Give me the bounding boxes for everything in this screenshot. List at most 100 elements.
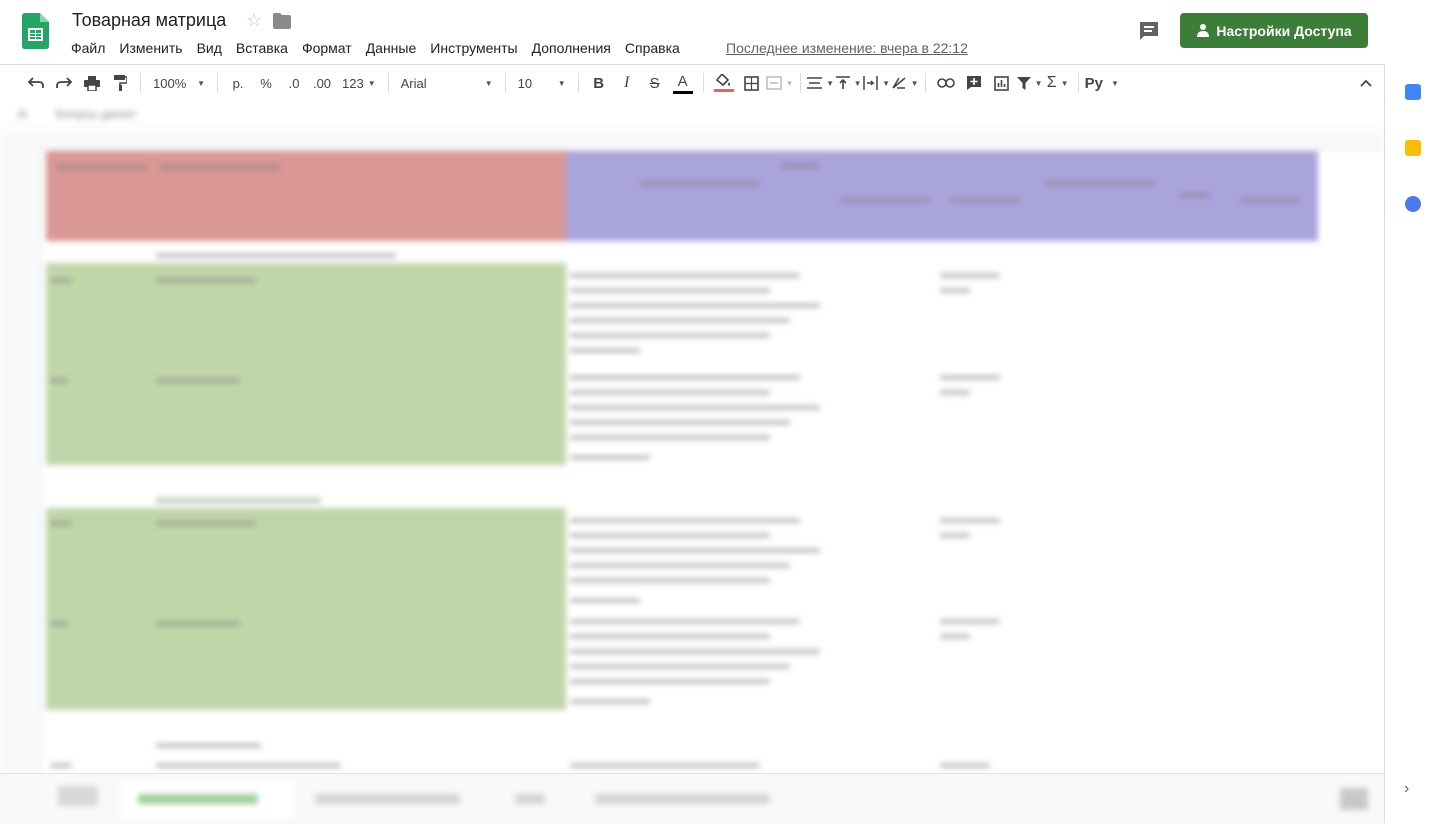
row-headers[interactable]	[0, 149, 41, 773]
font-family-select[interactable]: Arial ▼	[395, 69, 499, 97]
menu-edit[interactable]: Изменить	[112, 38, 189, 58]
zoom-select[interactable]: 100% ▼	[147, 69, 211, 97]
borders-icon[interactable]	[738, 69, 766, 97]
text-line	[56, 165, 146, 170]
merge-cells-icon[interactable]: ▼	[765, 69, 794, 97]
text-line	[570, 420, 790, 425]
folder-icon[interactable]	[272, 12, 292, 30]
filter-icon[interactable]: ▼	[1016, 69, 1044, 97]
currency-format-button[interactable]: р.	[224, 69, 252, 97]
menu-file[interactable]: Файл	[64, 38, 112, 58]
undo-icon[interactable]	[22, 69, 50, 97]
text-line	[570, 348, 640, 353]
italic-button[interactable]: I	[613, 69, 641, 97]
text-line	[156, 278, 256, 283]
menu-data[interactable]: Данные	[359, 38, 424, 58]
sheet-tab[interactable]	[315, 794, 460, 804]
text-line	[840, 198, 930, 203]
menu-help[interactable]: Справка	[618, 38, 687, 58]
text-line	[570, 679, 770, 684]
text-line	[570, 664, 790, 669]
spreadsheet-grid[interactable]: fx Бонусы да/нет	[0, 103, 1384, 773]
redo-icon[interactable]	[50, 69, 78, 97]
caret-down-icon: ▼	[882, 78, 891, 88]
document-title[interactable]: Товарная матрица	[72, 10, 226, 31]
paint-format-icon[interactable]	[106, 69, 134, 97]
keep-icon[interactable]	[1405, 140, 1421, 156]
text-line	[570, 533, 770, 538]
blurred-content: fx Бонусы да/нет	[0, 103, 1384, 773]
text-line	[570, 763, 760, 768]
collapse-toolbar-icon[interactable]	[1352, 69, 1380, 97]
text-line	[940, 375, 1000, 380]
sheet-tab-bar	[0, 773, 1384, 824]
vertical-align-icon[interactable]: ▼	[835, 69, 863, 97]
increase-decimal-button[interactable]: .00	[308, 69, 336, 97]
menu-insert[interactable]: Вставка	[229, 38, 295, 58]
chevron-right-icon[interactable]: ›	[1404, 780, 1409, 798]
percent-format-button[interactable]: %	[252, 69, 280, 97]
text-line	[156, 621, 240, 626]
menu-format[interactable]: Формат	[295, 38, 359, 58]
text-line	[50, 763, 72, 768]
toolbar-divider	[799, 73, 801, 93]
text-rotation-icon[interactable]: ▼	[891, 69, 919, 97]
zoom-value: 100%	[153, 75, 187, 91]
calendar-icon[interactable]	[1405, 84, 1421, 100]
sheet-tab[interactable]	[595, 794, 770, 804]
text-line	[570, 619, 800, 624]
insert-comment-icon[interactable]	[960, 69, 988, 97]
bold-button[interactable]: B	[585, 69, 613, 97]
insert-link-icon[interactable]	[932, 69, 960, 97]
text-wrap-icon[interactable]: ▼	[863, 69, 891, 97]
star-icon[interactable]: ☆	[246, 10, 262, 31]
insert-chart-icon[interactable]	[988, 69, 1016, 97]
print-icon[interactable]	[78, 69, 106, 97]
number-format-select[interactable]: 123 ▼	[336, 69, 382, 97]
text-line	[940, 518, 1000, 523]
font-size-select[interactable]: 10 ▼	[512, 69, 572, 97]
menu-view[interactable]: Вид	[190, 38, 229, 58]
text-line	[940, 634, 970, 639]
sheets-logo-icon[interactable]	[22, 13, 49, 49]
input-tools-button[interactable]: Ру ▼	[1085, 69, 1119, 97]
sheet-tab[interactable]	[515, 794, 545, 804]
text-line	[570, 634, 770, 639]
share-button[interactable]: Настройки Доступа	[1180, 13, 1368, 48]
horizontal-align-icon[interactable]: ▼	[807, 69, 835, 97]
input-tools-label: Ру	[1084, 74, 1103, 92]
caret-down-icon: ▼	[785, 78, 794, 88]
text-line	[570, 303, 820, 308]
font-family-value: Arial	[400, 75, 427, 91]
fill-color-button[interactable]	[710, 69, 738, 97]
all-sheets-button[interactable]	[58, 786, 98, 806]
paint-bucket-icon	[715, 74, 730, 87]
text-line	[156, 521, 256, 526]
decrease-decimal-button[interactable]: .0	[280, 69, 308, 97]
text-line	[570, 518, 800, 523]
text-line	[570, 333, 770, 338]
text-line	[50, 621, 68, 626]
toolbar-divider	[504, 73, 506, 93]
column-headers[interactable]	[0, 133, 1384, 150]
strikethrough-button[interactable]: S	[641, 69, 669, 97]
text-line	[570, 405, 820, 410]
functions-button[interactable]: Σ ▼	[1044, 69, 1072, 97]
toolbar-divider	[577, 73, 579, 93]
text-line	[570, 548, 820, 553]
menu-tools[interactable]: Инструменты	[423, 38, 524, 58]
tasks-icon[interactable]	[1405, 196, 1421, 212]
toolbar: 100% ▼ р. % .0 .00 123 ▼ Arial ▼ 10 ▼ B …	[0, 64, 1384, 102]
share-label: Настройки Доступа	[1216, 22, 1352, 39]
menu-addons[interactable]: Дополнения	[525, 38, 618, 58]
toolbar-divider	[387, 73, 389, 93]
text-line	[50, 378, 68, 383]
comments-icon[interactable]	[1138, 20, 1160, 42]
last-edit-link[interactable]: Последнее изменение: вчера в 22:12	[726, 40, 968, 56]
text-line	[570, 699, 650, 704]
text-color-button[interactable]: A	[669, 69, 697, 97]
text-line	[1240, 198, 1300, 203]
explore-button[interactable]	[1340, 788, 1368, 810]
formula-bar[interactable]: fx Бонусы да/нет	[0, 103, 1384, 126]
text-line	[940, 619, 1000, 624]
